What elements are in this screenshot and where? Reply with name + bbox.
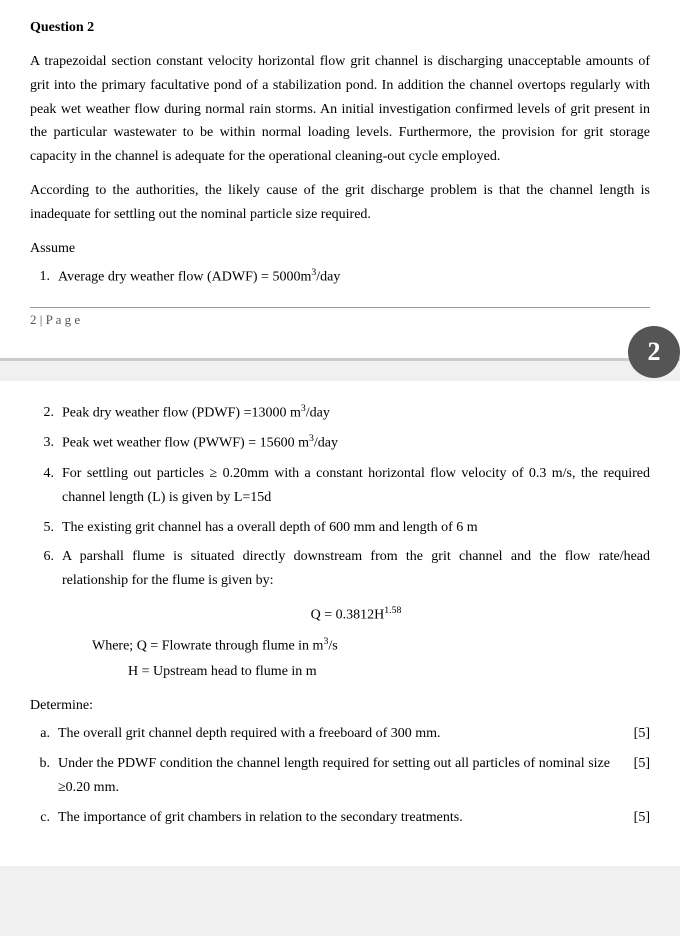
determine-label: Determine: xyxy=(30,698,650,714)
alpha-item-b: b. Under the PDWF condition the channel … xyxy=(30,752,650,800)
bottom-num-list: 2. Peak dry weather flow (PDWF) =13000 m… xyxy=(30,401,650,688)
list-item-6-text: A parshall flume is situated directly do… xyxy=(62,549,650,588)
list-item-3-text: Peak wet weather flow (PWWF) = 15600 m3/… xyxy=(62,431,650,455)
alpha-label-b: b. xyxy=(30,752,58,776)
list-num-4: 4. xyxy=(30,462,62,486)
list-item-4-text: For settling out particles ≥ 0.20mm with… xyxy=(62,462,650,510)
alpha-item-a-score: [5] xyxy=(610,722,650,746)
list-item-4: 4. For settling out particles ≥ 0.20mm w… xyxy=(30,462,650,510)
footer-text: 2 | P a g e xyxy=(30,312,80,328)
list-item-6: 6. A parshall flume is situated directly… xyxy=(30,545,650,688)
alpha-list: a. The overall grit channel depth requir… xyxy=(30,722,650,829)
list-item-text-before: Average dry weather flow (ADWF) = 5000m xyxy=(58,269,311,284)
body-paragraph-1: A trapezoidal section constant velocity … xyxy=(30,50,650,169)
where-line-1: Where; Q = Flowrate through flume in m3/… xyxy=(92,633,650,659)
list-item-text-after: /day xyxy=(316,269,340,284)
page-footer: 2 | P a g e xyxy=(30,307,650,328)
list-item-text: Average dry weather flow (ADWF) = 5000m3… xyxy=(58,265,340,289)
list-item-2-text: Peak dry weather flow (PDWF) =13000 m3/d… xyxy=(62,401,650,425)
alpha-item-a: a. The overall grit channel depth requir… xyxy=(30,722,650,746)
assume-label: Assume xyxy=(30,241,650,257)
list-num: 1. xyxy=(30,265,58,289)
alpha-item-c-score: [5] xyxy=(610,806,650,830)
page-badge: 2 xyxy=(628,326,680,378)
formula-sup: 1.58 xyxy=(384,605,401,616)
list-item-5: 5. The existing grit channel has a overa… xyxy=(30,516,650,540)
list-item-6-content: A parshall flume is situated directly do… xyxy=(62,545,650,688)
page-top-section: Question 2 A trapezoidal section constan… xyxy=(0,0,680,361)
alpha-item-a-text: The overall grit channel depth required … xyxy=(58,722,610,746)
question-title: Question 2 xyxy=(30,20,650,36)
list-num-5: 5. xyxy=(30,516,62,540)
list-num-6: 6. xyxy=(30,545,62,569)
list-item-2: 2. Peak dry weather flow (PDWF) =13000 m… xyxy=(30,401,650,425)
formula-text: Q = 0.3812H xyxy=(311,608,385,623)
where-block: Where; Q = Flowrate through flume in m3/… xyxy=(62,633,650,684)
list-item: 1. Average dry weather flow (ADWF) = 500… xyxy=(30,265,650,289)
formula-block: Q = 0.3812H1.58 xyxy=(62,603,650,627)
alpha-item-c: c. The importance of grit chambers in re… xyxy=(30,806,650,830)
alpha-label-c: c. xyxy=(30,806,58,830)
list-item-3: 3. Peak wet weather flow (PWWF) = 15600 … xyxy=(30,431,650,455)
alpha-item-b-text: Under the PDWF condition the channel len… xyxy=(58,752,610,800)
list-num-3: 3. xyxy=(30,431,62,455)
top-list: 1. Average dry weather flow (ADWF) = 500… xyxy=(30,265,650,289)
list-item-5-text: The existing grit channel has a overall … xyxy=(62,516,650,540)
alpha-item-b-score: [5] xyxy=(610,752,650,776)
alpha-item-c-text: The importance of grit chambers in relat… xyxy=(58,806,610,830)
alpha-label-a: a. xyxy=(30,722,58,746)
page-bottom-section: 2. Peak dry weather flow (PDWF) =13000 m… xyxy=(0,381,680,866)
where-line-2: H = Upstream head to flume in m xyxy=(92,659,650,684)
body-paragraph-2: According to the authorities, the likely… xyxy=(30,179,650,227)
list-num-2: 2. xyxy=(30,401,62,425)
